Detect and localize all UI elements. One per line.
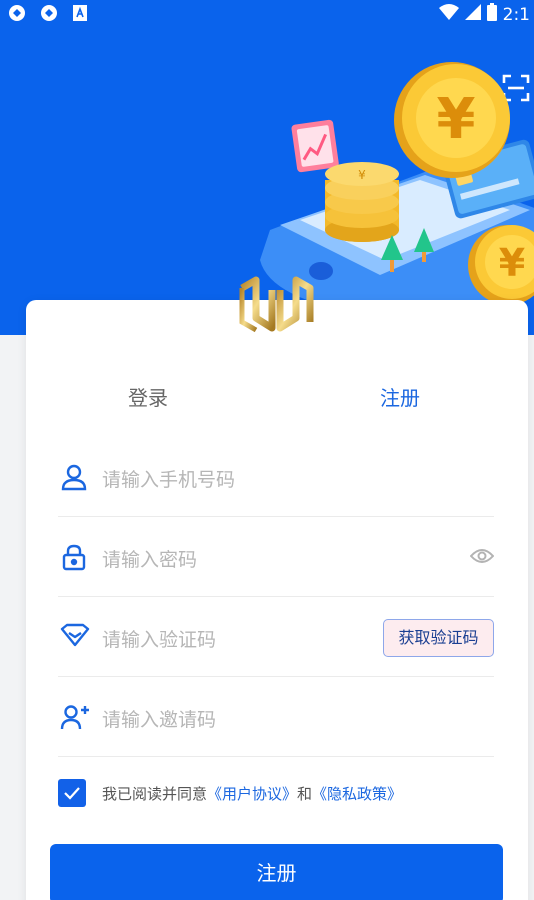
agreement-prefix: 我已阅读并同意 [102, 784, 208, 803]
user-icon [60, 463, 88, 491]
wifi-icon [438, 4, 459, 25]
code-input[interactable]: 请输入验证码 [102, 625, 216, 652]
phone-input[interactable]: 请输入手机号码 [102, 465, 235, 492]
register-button[interactable]: 注册 [50, 844, 503, 900]
agreement-checkbox[interactable] [58, 779, 86, 807]
agreement-row: 我已阅读并同意 《用户协议》 和 《隐私政策》 [58, 779, 402, 807]
code-field[interactable]: 请输入验证码 获取验证码 [58, 597, 494, 677]
password-field[interactable]: 请输入密码 [58, 517, 495, 597]
lock-icon [60, 543, 88, 571]
invite-input[interactable]: 请输入邀请码 [102, 705, 216, 732]
privacy-policy-link[interactable]: 《隐私政策》 [312, 783, 402, 804]
phone-field[interactable]: 请输入手机号码 [58, 437, 494, 517]
keyboard-icon [72, 4, 88, 27]
svg-text:¥: ¥ [499, 241, 525, 285]
check-icon [64, 787, 80, 800]
svg-text:¥: ¥ [358, 168, 366, 182]
agreement-and: 和 [297, 784, 313, 803]
status-bar: 2:1 [0, 0, 534, 26]
signal-icon [464, 4, 481, 25]
user-agreement-link[interactable]: 《用户协议》 [207, 783, 297, 804]
add-user-icon [60, 703, 90, 731]
eye-icon[interactable] [469, 547, 495, 569]
notification-icon [40, 4, 58, 27]
tab-login[interactable]: 登录 [128, 382, 168, 411]
battery-icon [486, 3, 497, 26]
tab-register[interactable]: 注册 [380, 382, 420, 411]
invite-field[interactable]: 请输入邀请码 [58, 677, 494, 757]
notification-icon [8, 4, 26, 27]
get-code-button[interactable]: 获取验证码 [383, 619, 494, 657]
password-input[interactable]: 请输入密码 [102, 545, 197, 572]
status-time: 2:1 [502, 4, 530, 25]
diamond-icon [60, 623, 90, 649]
app-logo [236, 266, 316, 342]
svg-text:¥: ¥ [437, 87, 476, 152]
